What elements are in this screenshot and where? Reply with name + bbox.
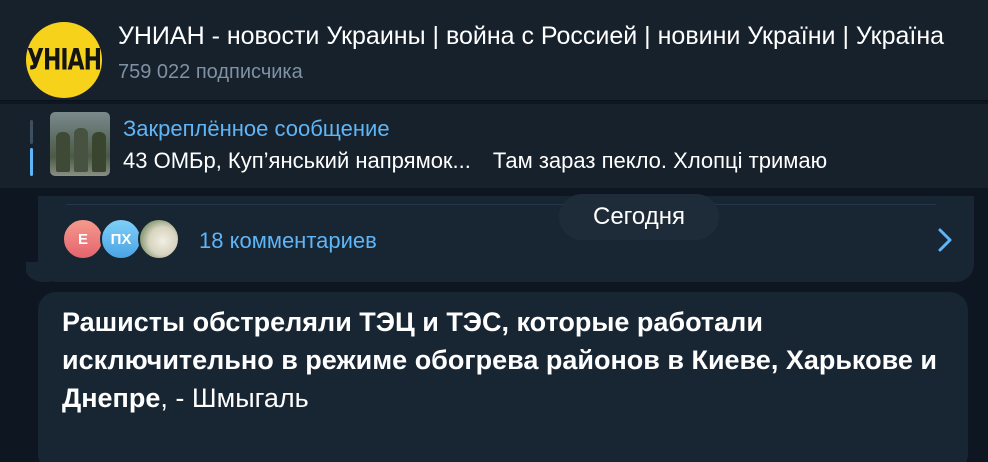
commenter-avatar: Е	[62, 218, 104, 260]
message-attribution: , - Шмыгаль	[160, 383, 309, 413]
commenter-avatar: ПХ	[100, 218, 142, 260]
comments-separator	[66, 204, 936, 205]
pinned-message-preview[interactable]: 43 ОМБр, Куп’янський напрямок... Там зара…	[123, 148, 988, 174]
channel-title: УНИАН - новости Украины | война с Россие…	[118, 22, 945, 50]
pinned-preview-part2: Там зараз пекло. Хлопці тримаю	[492, 148, 828, 173]
comments-count-link[interactable]: 18 комментариев	[199, 228, 377, 254]
pinned-preview-part1: 43 ОМБр, Куп’янський напрямок...	[123, 148, 471, 173]
thumbnail-figure	[92, 132, 106, 172]
pinned-thumbnail[interactable]	[50, 112, 110, 176]
thumbnail-figure	[74, 128, 88, 172]
channel-avatar-logo: УНІАН	[27, 43, 102, 77]
message-text: Рашисты обстреляли ТЭЦ и ТЭС, которые ра…	[62, 303, 942, 417]
bubble-tail	[26, 262, 50, 282]
pinned-indicator-segment-inactive	[30, 120, 33, 144]
subscriber-count: 759 022 подписчика	[118, 61, 303, 83]
pinned-position-indicator	[30, 120, 33, 176]
channel-header[interactable]: УНІАН УНИАН - новости Украины | война с …	[0, 0, 988, 100]
date-separator: Сегодня	[559, 194, 719, 240]
commenter-avatar	[138, 218, 180, 260]
telegram-channel-view: УНІАН УНИАН - новости Украины | война с …	[0, 0, 988, 462]
channel-avatar[interactable]: УНІАН	[26, 22, 102, 98]
header-divider	[0, 100, 988, 101]
pinned-message-label: Закреплённое сообщение	[123, 116, 390, 141]
pinned-indicator-segment-active	[30, 148, 33, 176]
thumbnail-figure	[56, 132, 70, 172]
chevron-right-icon[interactable]	[934, 226, 956, 254]
